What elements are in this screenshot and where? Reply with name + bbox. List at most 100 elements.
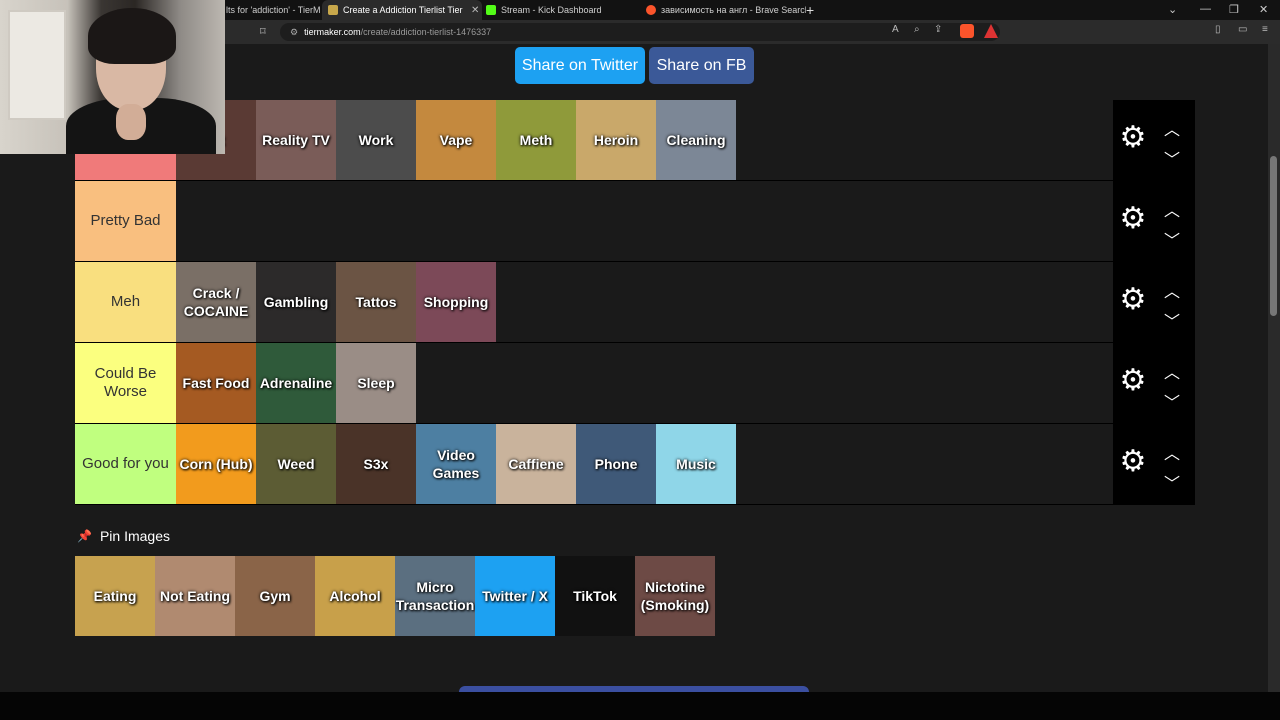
move-up-chevron-icon[interactable]: ︿ [1161, 440, 1183, 463]
bookmark-icon[interactable]: ⌑ [260, 25, 266, 38]
gear-icon[interactable]: ⚙ [1119, 204, 1147, 234]
move-down-chevron-icon[interactable]: ﹀ [1161, 146, 1183, 169]
tile-label: Crack / COCAINE [183, 285, 249, 319]
scrollbar-thumb[interactable] [1270, 156, 1277, 316]
move-down-chevron-icon[interactable]: ﹀ [1161, 470, 1183, 493]
tier-item[interactable]: Adrenaline [256, 343, 336, 423]
url-host: tiermaker.com [304, 27, 361, 37]
pin-images-label: Pin Images [99, 528, 170, 544]
brave-favicon-icon [646, 5, 656, 15]
pool-item[interactable]: Gym [235, 556, 315, 636]
tier-item[interactable]: Corn (Hub) [176, 424, 256, 504]
close-tab-icon[interactable]: ✕ [471, 5, 479, 16]
gear-icon[interactable]: ⚙ [1119, 123, 1147, 153]
tier-label[interactable]: Meh [75, 262, 176, 342]
share-fb-button[interactable]: Share on FB [649, 47, 754, 84]
tier-list: ditReality TVWorkVapeMethHeroinCleaning⚙… [75, 100, 1195, 505]
pool-item[interactable]: Twitter / X [475, 556, 555, 636]
move-down-chevron-icon[interactable]: ﹀ [1161, 389, 1183, 412]
tab-kick-dashboard[interactable]: Stream - Kick Dashboard [486, 0, 636, 20]
tier-item[interactable]: Music [656, 424, 736, 504]
menu-icon[interactable]: ≡ [1262, 24, 1268, 35]
tile-label: Shopping [423, 294, 489, 310]
tier-item[interactable]: S3x [336, 424, 416, 504]
pool-item[interactable]: TikTok [555, 556, 635, 636]
tier-items[interactable]: Crack / COCAINE Gambling Tattos Shopping [176, 262, 1113, 342]
tier-items[interactable]: ditReality TVWorkVapeMethHeroinCleaning [176, 100, 1113, 180]
tier-items[interactable] [176, 181, 1113, 261]
pool-item[interactable]: Eating [75, 556, 155, 636]
tier-items[interactable]: Corn (Hub) Weed S3x Video Games Caffiene Phon… [176, 424, 1113, 504]
tier-row: ditReality TVWorkVapeMethHeroinCleaning⚙… [75, 100, 1195, 181]
translate-icon[interactable]: A [892, 24, 899, 35]
tab-create-tierlist[interactable]: Create a Addiction Tierlist Tier Lis ✕ [322, 0, 482, 20]
wallet-icon[interactable]: ▭ [1238, 24, 1247, 35]
move-up-chevron-icon[interactable]: ︿ [1161, 197, 1183, 220]
tier-item[interactable]: Tattos [336, 262, 416, 342]
sidebar-icon[interactable]: ▯ [1215, 24, 1221, 35]
tier-row: Good for you Corn (Hub) Weed S3x Video Games… [75, 424, 1195, 505]
site-info-icon[interactable]: ⚙ [290, 27, 298, 38]
pool-item[interactable]: Nictotine (Smoking) [635, 556, 715, 636]
pool-item[interactable]: Micro Transaction [395, 556, 475, 636]
tile-label: Vape [439, 132, 473, 148]
tier-item[interactable]: Cleaning [656, 100, 736, 180]
tab-title: зависимость на англ - Brave Search [661, 5, 806, 15]
page-scrollbar[interactable] [1268, 44, 1280, 692]
move-up-chevron-icon[interactable]: ︿ [1161, 359, 1183, 382]
share-twitter-button[interactable]: Share on Twitter [515, 47, 645, 84]
restore-button[interactable]: ❐ [1229, 3, 1239, 16]
tier-item[interactable]: Shopping [416, 262, 496, 342]
tile-label: Fast Food [182, 375, 250, 391]
close-window-button[interactable]: ✕ [1259, 3, 1268, 16]
move-up-chevron-icon[interactable]: ︿ [1161, 278, 1183, 301]
gear-icon[interactable]: ⚙ [1119, 366, 1147, 396]
minimize-button[interactable]: — [1200, 3, 1211, 15]
move-down-chevron-icon[interactable]: ﹀ [1161, 308, 1183, 331]
tier-item[interactable]: Sleep [336, 343, 416, 423]
tab-search-chevron-icon[interactable]: ⌄ [1168, 3, 1177, 16]
tier-item[interactable]: Fast Food [176, 343, 256, 423]
tile-label: TikTok [573, 588, 617, 604]
gear-icon[interactable]: ⚙ [1119, 447, 1147, 477]
tile-label: Heroin [593, 132, 639, 148]
tier-item[interactable]: Work [336, 100, 416, 180]
tier-label[interactable]: Pretty Bad [75, 181, 176, 261]
tier-label[interactable]: Good for you [75, 424, 176, 504]
move-up-chevron-icon[interactable]: ︿ [1161, 116, 1183, 139]
brave-shields-icon[interactable] [960, 24, 974, 38]
kick-favicon-icon [486, 5, 496, 15]
tab-title: Create a Addiction Tierlist Tier Lis [343, 5, 463, 15]
tier-item[interactable]: Vape [416, 100, 496, 180]
tier-item[interactable]: Gambling [256, 262, 336, 342]
tile-label: Twitter / X [482, 588, 548, 604]
tier-item[interactable]: Caffiene [496, 424, 576, 504]
tile-label: Meth [519, 132, 553, 148]
tier-row: Pretty Bad ⚙ ︿ ﹀ [75, 181, 1195, 262]
share-icon[interactable]: ⇪ [934, 24, 942, 35]
tile-label: Weed [277, 456, 315, 472]
move-down-chevron-icon[interactable]: ﹀ [1161, 227, 1183, 250]
new-tab-button[interactable]: + [806, 2, 814, 18]
tab-title: Stream - Kick Dashboard [501, 5, 602, 15]
tab-brave-search[interactable]: зависимость на англ - Brave Search [646, 0, 806, 20]
tile-label: Corn (Hub) [179, 456, 253, 472]
tile-label: Cleaning [666, 132, 726, 148]
tile-label: Micro Transaction [395, 579, 475, 613]
tier-items[interactable]: Fast Food Adrenaline Sleep [176, 343, 1113, 423]
webcam-overlay [0, 0, 225, 154]
tier-item[interactable]: Weed [256, 424, 336, 504]
tier-item[interactable]: Phone [576, 424, 656, 504]
tab-tiermaker-search[interactable]: lts for 'addiction' - TierMa [226, 0, 320, 20]
zoom-icon[interactable]: ⌕ [914, 24, 920, 35]
pool-item[interactable]: Alcohol [315, 556, 395, 636]
tier-item[interactable]: Reality TV [256, 100, 336, 180]
gear-icon[interactable]: ⚙ [1119, 285, 1147, 315]
tier-label[interactable]: Could Be Worse [75, 343, 176, 423]
tier-item[interactable]: Heroin [576, 100, 656, 180]
tier-item[interactable]: Crack / COCAINE [176, 262, 256, 342]
pool-item[interactable]: Not Eating [155, 556, 235, 636]
tab-title: lts for 'addiction' - TierMa [226, 5, 320, 15]
tier-item[interactable]: Video Games [416, 424, 496, 504]
tier-item[interactable]: Meth [496, 100, 576, 180]
